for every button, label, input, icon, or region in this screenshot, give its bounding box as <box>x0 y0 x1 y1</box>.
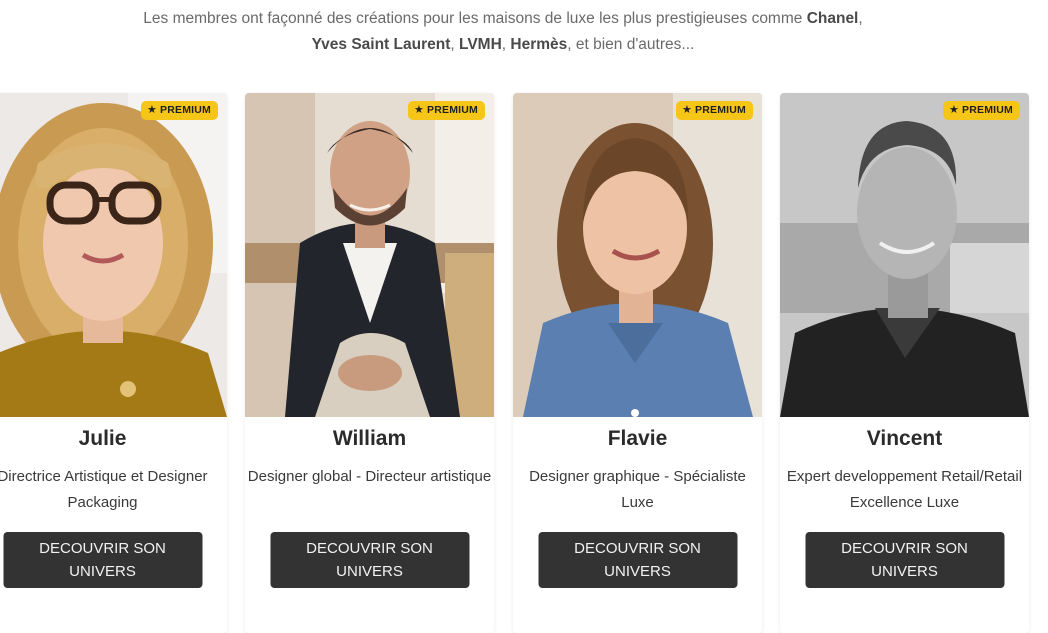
member-photo[interactable] <box>0 93 227 417</box>
member-role: Designer graphique - Spécialiste Luxe <box>529 468 746 511</box>
member-card-william[interactable]: ★ PREMIUM William Designer global - Dire… <box>245 93 494 633</box>
member-photo[interactable] <box>245 93 494 417</box>
star-icon: ★ <box>413 104 425 116</box>
intro-line-2: Yves Saint Laurent, LVMH, Hermès, et bie… <box>311 36 695 53</box>
member-role: Designer global - Directeur artistique <box>247 468 492 485</box>
premium-badge: ★ PREMIUM <box>407 101 485 120</box>
member-card-julie[interactable]: ★ PREMIUM Julie Directrice Artistique et… <box>0 93 227 633</box>
brand-ysl: Yves Saint Laurent <box>311 36 451 53</box>
premium-badge: ★ PREMIUM <box>140 101 218 120</box>
star-icon: ★ <box>681 104 693 116</box>
premium-badge: ★ PREMIUM <box>675 101 753 120</box>
brand-hermes: Hermès <box>510 36 568 53</box>
star-icon: ★ <box>948 104 960 116</box>
discover-universe-button[interactable]: DECOUVRIR SON UNIVERS <box>805 532 1004 588</box>
member-photo[interactable] <box>780 93 1029 417</box>
member-name: Flavie <box>607 427 668 450</box>
member-name: Julie <box>78 427 127 450</box>
member-photo[interactable] <box>513 93 762 417</box>
member-role: Directrice Artistique et Designer Packag… <box>0 468 208 511</box>
brand-chanel: Chanel <box>806 10 859 27</box>
discover-universe-button[interactable]: DECOUVRIR SON UNIVERS <box>3 532 202 588</box>
premium-badge: ★ PREMIUM <box>942 101 1020 120</box>
star-icon: ★ <box>146 104 158 116</box>
discover-universe-button[interactable]: DECOUVRIR SON UNIVERS <box>538 532 737 588</box>
member-name: William <box>332 427 407 450</box>
intro-line-1: Les membres ont façonné des créations po… <box>143 10 863 27</box>
discover-universe-button[interactable]: DECOUVRIR SON UNIVERS <box>270 532 469 588</box>
member-role: Expert developpement Retail/Retail Excel… <box>786 468 1023 511</box>
brand-lvmh: LVMH <box>459 36 502 53</box>
member-name: Vincent <box>866 427 943 450</box>
intro-text: Les membres ont façonné des créations po… <box>0 6 1006 58</box>
member-card-vincent[interactable]: ★ PREMIUM Vincent Expert developpement R… <box>780 93 1029 633</box>
member-card-flavie[interactable]: ★ PREMIUM Flavie Designer graphique - Sp… <box>513 93 762 633</box>
